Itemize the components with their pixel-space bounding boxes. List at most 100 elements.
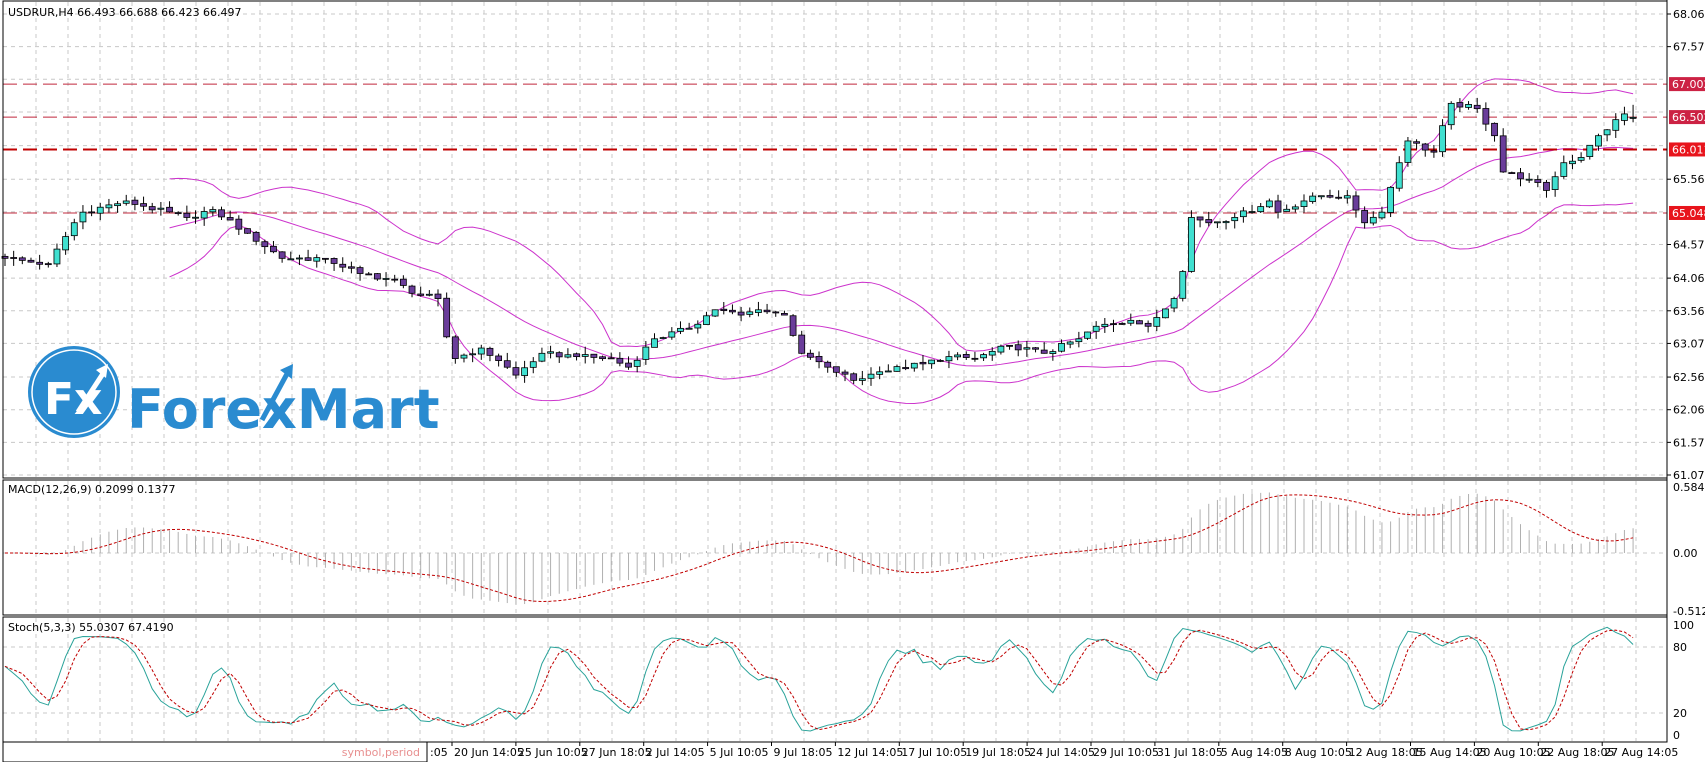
candle bbox=[253, 231, 259, 245]
candle-bear-body bbox=[89, 212, 95, 213]
candle-bull-body bbox=[1595, 136, 1601, 146]
time-tick-label: 25 Jun 10:05 bbox=[518, 746, 588, 759]
candle bbox=[11, 251, 17, 266]
candle-bull-body bbox=[1388, 187, 1394, 212]
candle bbox=[1102, 318, 1108, 333]
bollinger-bands bbox=[170, 79, 1634, 404]
time-tick-label: 20 Jun 14:05 bbox=[454, 746, 524, 759]
horizontal-levels bbox=[3, 84, 1667, 213]
candle bbox=[600, 356, 606, 361]
candle-bear-body bbox=[357, 268, 363, 274]
candle-bear-body bbox=[1336, 197, 1342, 198]
candle bbox=[444, 292, 450, 338]
candle bbox=[141, 197, 147, 211]
stoch-tick-label: 100 bbox=[1673, 619, 1694, 632]
candle-bull-body bbox=[1232, 217, 1238, 220]
candle bbox=[1578, 152, 1584, 162]
candle-bull-body bbox=[1093, 326, 1099, 331]
candle-bull-body bbox=[929, 360, 935, 364]
time-tick-label: 27 Jun 18:05 bbox=[582, 746, 652, 759]
candle bbox=[998, 345, 1004, 355]
candle bbox=[729, 304, 735, 314]
candle bbox=[366, 272, 372, 275]
candle bbox=[244, 228, 250, 233]
candle bbox=[322, 258, 328, 263]
candle bbox=[1500, 128, 1506, 173]
level-price-tag-label: 66.502 bbox=[1672, 111, 1705, 124]
candle-bull-body bbox=[296, 258, 302, 259]
candle bbox=[747, 307, 753, 317]
candle-bull-body bbox=[1526, 179, 1532, 180]
candle bbox=[513, 361, 519, 378]
candle bbox=[530, 357, 536, 373]
logo-text: ForexMart bbox=[127, 378, 440, 441]
candle-bull-body bbox=[755, 310, 761, 313]
candle bbox=[1067, 341, 1073, 349]
candle bbox=[1552, 172, 1558, 197]
candle bbox=[1483, 102, 1489, 131]
candle-bear-body bbox=[920, 362, 926, 364]
candle-bull-body bbox=[1024, 348, 1030, 349]
candle bbox=[478, 345, 484, 360]
time-tick-label: 5 Aug 14:05 bbox=[1221, 746, 1288, 759]
candle bbox=[1466, 101, 1472, 110]
candle-bull-body bbox=[1128, 320, 1134, 323]
candle bbox=[1630, 105, 1636, 122]
candle bbox=[167, 201, 173, 212]
candle bbox=[1388, 186, 1394, 217]
stoch-label: Stoch(5,3,3) 55.0307 67.4190 bbox=[8, 621, 174, 634]
candle-bull-body bbox=[1344, 196, 1350, 198]
candle bbox=[1405, 137, 1411, 167]
candle-bear-body bbox=[167, 207, 173, 212]
time-tick-label: 31 Jul 18:05 bbox=[1157, 746, 1223, 759]
candle-bull-body bbox=[63, 237, 69, 250]
candle bbox=[1033, 347, 1039, 352]
candle-bear-body bbox=[409, 286, 415, 293]
candle bbox=[790, 314, 796, 337]
candle-bull-body bbox=[1214, 222, 1220, 223]
candle-bull-body bbox=[669, 332, 675, 337]
candle-bear-body bbox=[487, 348, 493, 355]
candle bbox=[1344, 190, 1350, 203]
time-tick-label: 17 Jul 10:05 bbox=[901, 746, 967, 759]
candle bbox=[1422, 143, 1428, 157]
candle bbox=[1587, 145, 1593, 160]
time-axis[interactable]: symbol,period :05 20 Jun 14:0525 Jun 10:… bbox=[3, 742, 1678, 762]
candle bbox=[331, 257, 337, 271]
symbol-period-label: symbol,period bbox=[342, 746, 420, 759]
candle bbox=[435, 289, 441, 306]
candle bbox=[920, 355, 926, 370]
candle-bull-body bbox=[1318, 196, 1324, 197]
candle-bear-body bbox=[11, 257, 17, 258]
candle bbox=[764, 304, 770, 314]
candle bbox=[201, 207, 207, 226]
time-tick-label: 27 Aug 14:05 bbox=[1604, 746, 1678, 759]
candle-bear-body bbox=[244, 229, 250, 234]
candle-bear-body bbox=[141, 204, 147, 207]
candle-bear-body bbox=[132, 200, 138, 204]
price-axis[interactable]: 68.06567.57065.56064.57064.06063.56563.0… bbox=[1667, 0, 1705, 742]
candle-bear-body bbox=[348, 267, 354, 268]
candle bbox=[1284, 204, 1290, 211]
candle bbox=[963, 351, 969, 360]
trading-chart[interactable]: Fx ForexMart 68.06567.57065.56064.57064.… bbox=[0, 0, 1705, 762]
candle bbox=[686, 323, 692, 329]
time-tick-label: 29 Jul 10:05 bbox=[1093, 746, 1159, 759]
candle-bull-body bbox=[1223, 222, 1229, 223]
candle-bull-body bbox=[1466, 104, 1472, 107]
candle-bull-body bbox=[677, 328, 683, 331]
price-tick-label: 63.565 bbox=[1673, 305, 1705, 318]
candle-bear-body bbox=[1483, 108, 1489, 124]
candle bbox=[946, 351, 952, 368]
candle-bull-body bbox=[548, 352, 554, 353]
candle-bull-body bbox=[1180, 272, 1186, 299]
candle-bull-body bbox=[193, 217, 199, 218]
candle bbox=[296, 255, 302, 265]
candle bbox=[340, 257, 346, 272]
candle-bear-body bbox=[825, 362, 831, 367]
candle bbox=[1223, 220, 1229, 229]
candle-bull-body bbox=[877, 372, 883, 375]
candle-bear-body bbox=[236, 219, 242, 229]
candle bbox=[1336, 190, 1342, 199]
candle bbox=[660, 337, 666, 339]
